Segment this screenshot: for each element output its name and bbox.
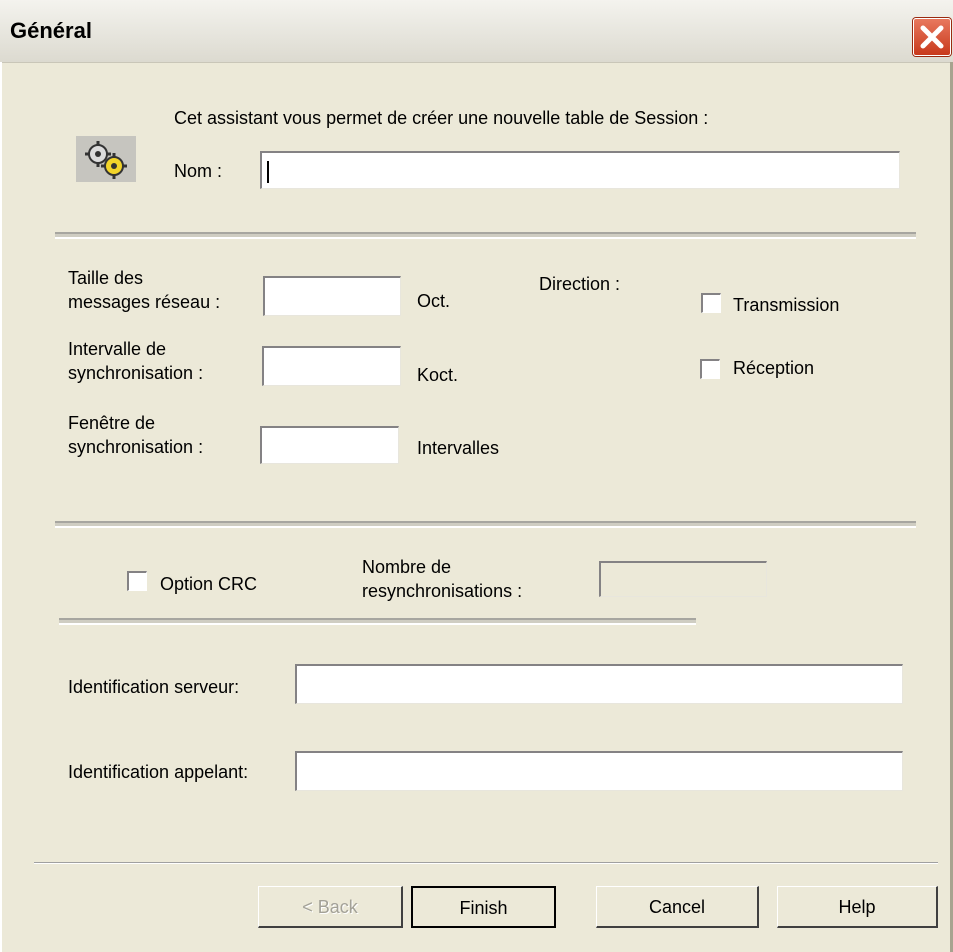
gears-icon xyxy=(76,136,136,182)
back-button: < Back xyxy=(258,886,403,928)
help-button[interactable]: Help xyxy=(777,886,938,928)
msg-size-unit: Oct. xyxy=(417,291,451,311)
resync-input xyxy=(599,561,767,597)
direction-label: Direction : xyxy=(539,274,621,294)
name-label: Nom : xyxy=(174,161,223,181)
separator-crc xyxy=(59,618,696,625)
finish-button[interactable]: Finish xyxy=(411,886,556,928)
sync-interval-unit: Koct. xyxy=(417,365,459,385)
separator-buttons xyxy=(34,862,938,863)
text-caret xyxy=(267,161,269,183)
sync-window-input[interactable] xyxy=(260,426,399,464)
server-id-input[interactable] xyxy=(295,664,903,704)
sync-window-unit: Intervalles xyxy=(417,438,500,458)
title-bar: Général xyxy=(0,0,953,63)
crc-checkbox[interactable] xyxy=(127,571,147,591)
separator-top xyxy=(55,232,916,239)
sync-interval-label: Intervalle de synchronisation : xyxy=(68,339,204,383)
transmission-label[interactable]: Transmission xyxy=(733,294,839,316)
name-input[interactable] xyxy=(260,151,900,189)
reception-checkbox[interactable] xyxy=(700,359,720,379)
window-frame-left xyxy=(0,62,2,952)
caller-id-label: Identification appelant: xyxy=(68,762,249,782)
msg-size-label: Taille des messages réseau : xyxy=(68,268,221,312)
close-icon[interactable] xyxy=(913,18,951,56)
sync-interval-input[interactable] xyxy=(262,346,401,386)
server-id-label: Identification serveur: xyxy=(68,677,240,697)
window-title: Général xyxy=(10,18,92,43)
caller-id-input[interactable] xyxy=(295,751,903,791)
msg-size-input[interactable] xyxy=(263,276,401,316)
crc-label[interactable]: Option CRC xyxy=(160,573,257,595)
sync-window-label: Fenêtre de synchronisation : xyxy=(68,413,204,457)
cancel-button[interactable]: Cancel xyxy=(596,886,759,928)
intro-text: Cet assistant vous permet de créer une n… xyxy=(174,108,709,128)
reception-label[interactable]: Réception xyxy=(733,357,814,379)
transmission-checkbox[interactable] xyxy=(701,293,721,313)
separator-middle xyxy=(55,521,916,528)
resync-label: Nombre de resynchronisations : xyxy=(362,557,523,601)
